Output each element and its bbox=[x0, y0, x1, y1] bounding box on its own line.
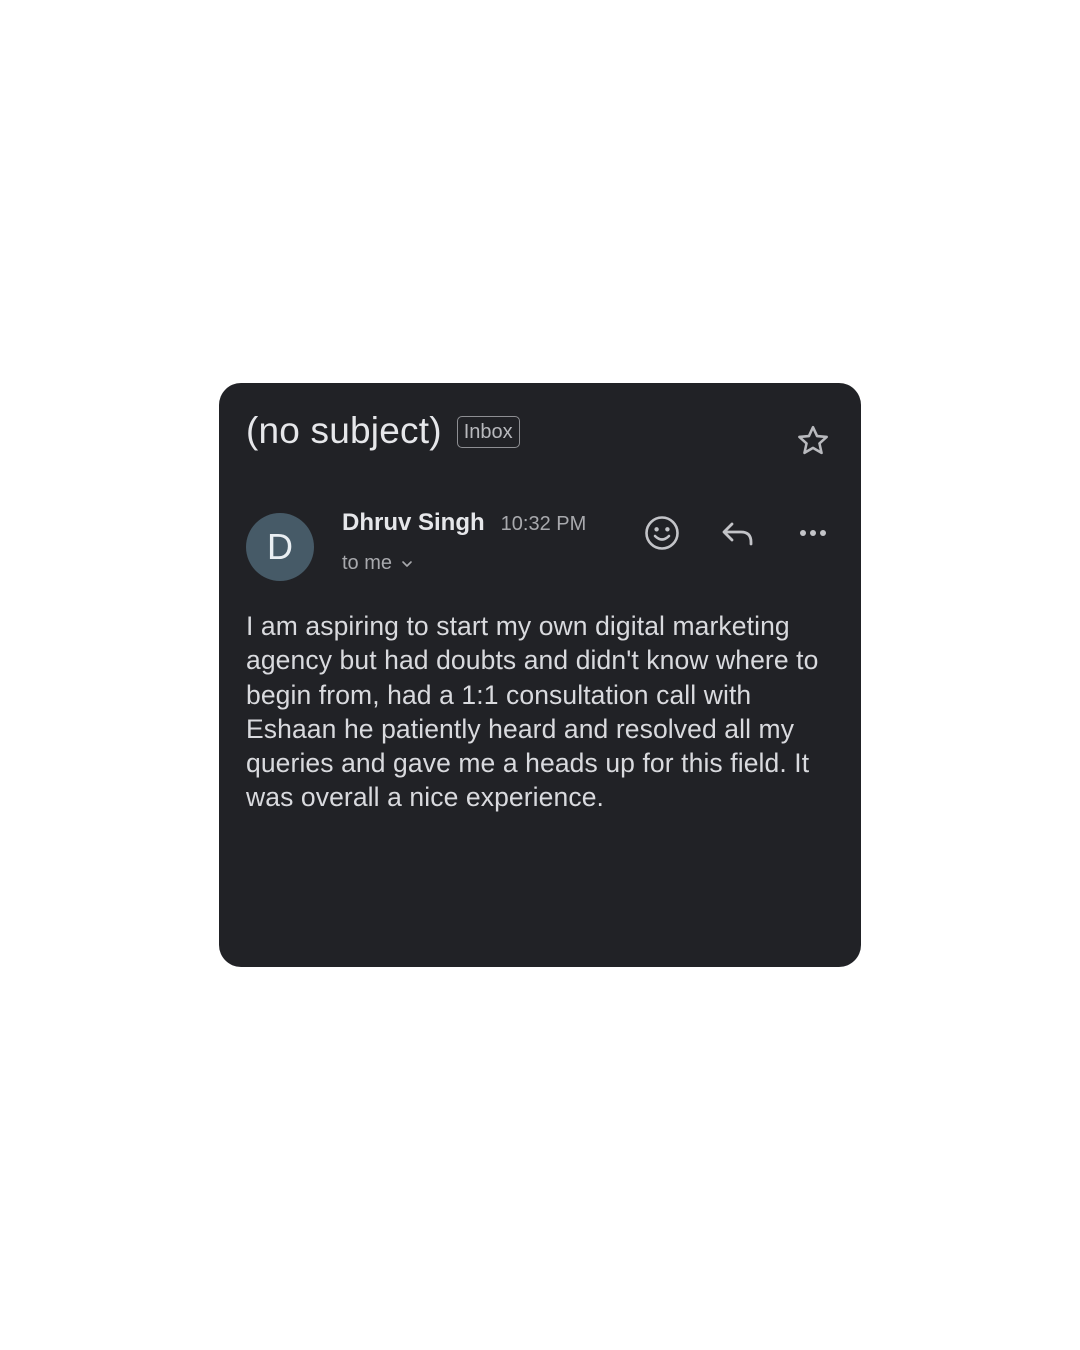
sender-name[interactable]: Dhruv Singh bbox=[342, 509, 485, 537]
emoji-reaction-icon[interactable] bbox=[642, 513, 682, 553]
inbox-label-badge[interactable]: Inbox bbox=[456, 416, 520, 448]
avatar-initial: D bbox=[267, 526, 293, 567]
sender-row: Dhruv Singh 10:32 PM bbox=[342, 509, 586, 537]
recipient-label: to me bbox=[342, 552, 393, 574]
recipient-details-toggle[interactable]: to me bbox=[342, 552, 414, 575]
email-body: I am aspiring to start my own digital ma… bbox=[246, 611, 819, 813]
email-card: (no subject) Inbox D Dhruv Singh 10:32 P… bbox=[219, 383, 861, 967]
more-options-icon[interactable] bbox=[793, 513, 833, 553]
reply-icon[interactable] bbox=[718, 513, 758, 553]
chevron-down-icon bbox=[402, 560, 412, 567]
sender-avatar[interactable]: D bbox=[246, 513, 314, 581]
email-subject: (no subject) bbox=[246, 410, 442, 451]
star-icon[interactable] bbox=[795, 423, 831, 459]
subject-row: (no subject) Inbox bbox=[246, 409, 520, 453]
email-time: 10:32 PM bbox=[500, 513, 587, 535]
